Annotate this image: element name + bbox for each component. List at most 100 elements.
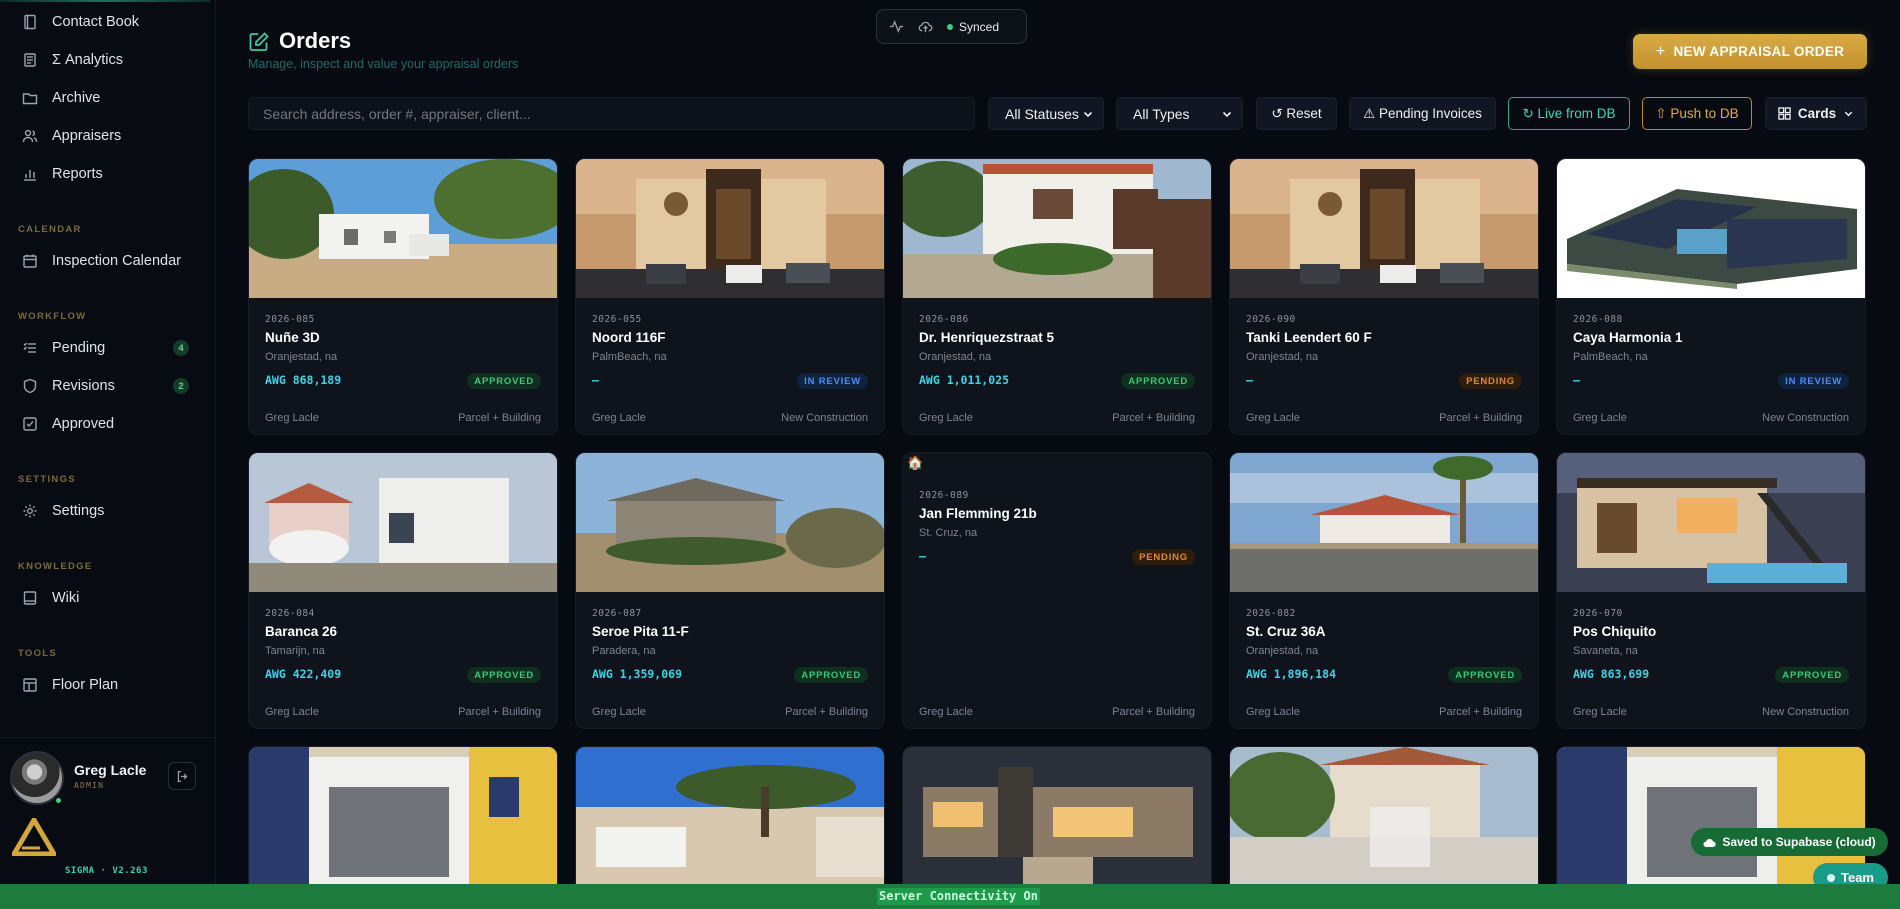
- view-mode-select[interactable]: Cards: [1765, 97, 1867, 130]
- appraised-value: —: [1246, 373, 1253, 387]
- order-card[interactable]: 🏠 2026-089 Jan Flemming 21b St. Cruz, na…: [902, 452, 1212, 729]
- status-select[interactable]: All Statuses: [988, 97, 1104, 130]
- house-placeholder-icon: 🏠: [907, 455, 924, 470]
- activity-icon[interactable]: [889, 19, 904, 34]
- wiki-icon: [22, 590, 38, 606]
- sidebar-section-workflow: WORKFLOW: [18, 311, 87, 322]
- sidebar-item-label: Inspection Calendar: [52, 253, 181, 269]
- type-select[interactable]: All Types: [1116, 97, 1243, 130]
- order-type: New Construction: [781, 412, 868, 424]
- reports-icon: [22, 166, 38, 182]
- sidebar-item-label: Σ Analytics: [52, 52, 124, 68]
- cloud-icon: [1703, 838, 1716, 847]
- chevron-down-icon: [1222, 111, 1232, 118]
- sidebar-item-appraisers[interactable]: Appraisers: [22, 124, 121, 148]
- users-icon: [22, 128, 38, 144]
- order-card[interactable]: 2026-070 Pos Chiquito Savaneta, na AWG 8…: [1556, 452, 1866, 729]
- team-status-dot: [1827, 873, 1835, 882]
- order-card[interactable]: 2026-086 Dr. Henriquezstraat 5 Oranjesta…: [902, 158, 1212, 435]
- sidebar-item-label: Revisions: [52, 378, 115, 394]
- order-card[interactable]: 2026-082 St. Cruz 36A Oranjestad, na AWG…: [1229, 452, 1539, 729]
- revisions-count-badge: 2: [173, 378, 189, 394]
- sidebar-item-contact-book[interactable]: Contact Book: [22, 10, 139, 34]
- order-card[interactable]: [1556, 746, 1866, 884]
- order-number: 2026-055: [592, 314, 642, 325]
- app-version: SIGMA · V2.263: [65, 866, 148, 876]
- sidebar-item-inspection-calendar[interactable]: Inspection Calendar: [22, 249, 181, 273]
- order-card[interactable]: [902, 746, 1212, 884]
- team-label: Team: [1841, 870, 1874, 885]
- sidebar-item-wiki[interactable]: Wiki: [22, 586, 79, 610]
- sidebar-item-analytics[interactable]: Σ Analytics: [22, 48, 123, 72]
- property-address: Jan Flemming 21b: [919, 506, 1037, 521]
- appraiser-name: Greg Lacle: [1246, 412, 1300, 424]
- sidebar-section-tools: TOOLS: [18, 648, 58, 659]
- status-bar: Server Connectivity On: [0, 884, 1900, 909]
- status-select-value: All Statuses: [1005, 105, 1079, 122]
- property-address: Baranca 26: [265, 624, 338, 639]
- property-address: St. Cruz 36A: [1246, 624, 1326, 639]
- sidebar-item-label: Reports: [52, 166, 103, 182]
- chevron-down-icon: [1083, 111, 1093, 118]
- list-icon: [22, 340, 38, 356]
- status-badge: APPROVED: [1775, 667, 1849, 683]
- sidebar-item-reports[interactable]: Reports: [22, 162, 103, 186]
- user-role: ADMIN: [74, 781, 105, 790]
- order-type: Parcel + Building: [785, 706, 868, 718]
- order-card[interactable]: [248, 746, 558, 884]
- order-number: 2026-085: [265, 314, 315, 325]
- property-photo: [1557, 159, 1865, 298]
- sigma-logo-icon: [12, 818, 56, 856]
- push-to-db-button[interactable]: ⇧ Push to DB: [1642, 97, 1752, 130]
- appraiser-name: Greg Lacle: [919, 412, 973, 424]
- check-square-icon: [22, 416, 38, 432]
- search-input[interactable]: [248, 97, 975, 130]
- sidebar-item-settings[interactable]: Settings: [22, 499, 104, 523]
- sidebar-item-pending[interactable]: Pending: [22, 336, 105, 360]
- appraiser-name: Greg Lacle: [265, 412, 319, 424]
- online-status-dot: [54, 796, 63, 805]
- property-location: Savaneta, na: [1573, 645, 1638, 657]
- property-location: St. Cruz, na: [919, 527, 978, 539]
- sidebar-section-calendar: CALENDAR: [18, 224, 82, 235]
- appraiser-name: Greg Lacle: [1246, 706, 1300, 718]
- order-card[interactable]: 2026-087 Seroe Pita 11-F Paradera, na AW…: [575, 452, 885, 729]
- plus-icon: +: [1655, 42, 1666, 60]
- status-badge: APPROVED: [794, 667, 868, 683]
- sidebar-item-archive[interactable]: Archive: [22, 86, 100, 110]
- property-location: PalmBeach, na: [592, 351, 667, 363]
- property-photo: [249, 747, 557, 884]
- appraised-value: AWG 868,189: [265, 373, 342, 387]
- reset-button[interactable]: ↺ Reset: [1256, 97, 1337, 130]
- live-from-db-button[interactable]: ↻ Live from DB: [1508, 97, 1630, 130]
- order-type: New Construction: [1762, 412, 1849, 424]
- saved-toast-text: Saved to Supabase (cloud): [1722, 835, 1876, 849]
- order-card[interactable]: 2026-090 Tanki Leendert 60 F Oranjestad,…: [1229, 158, 1539, 435]
- status-badge: IN REVIEW: [1778, 373, 1849, 389]
- property-photo: [903, 159, 1211, 298]
- cloud-upload-icon[interactable]: [918, 19, 933, 34]
- pending-invoices-button[interactable]: ⚠ Pending Invoices: [1349, 97, 1496, 130]
- sidebar-item-revisions[interactable]: Revisions: [22, 374, 115, 398]
- gear-icon: [22, 503, 38, 519]
- property-location: Oranjestad, na: [265, 351, 338, 363]
- appraised-value: —: [1573, 373, 1580, 387]
- order-card[interactable]: 2026-055 Noord 116F PalmBeach, na — IN R…: [575, 158, 885, 435]
- order-card[interactable]: 2026-088 Caya Harmonia 1 PalmBeach, na —…: [1556, 158, 1866, 435]
- property-photo: [576, 453, 884, 592]
- order-type: Parcel + Building: [458, 412, 541, 424]
- property-photo: [1557, 453, 1865, 592]
- logout-icon: [177, 770, 187, 782]
- order-card[interactable]: [1229, 746, 1539, 884]
- sidebar-item-floor-plan[interactable]: Floor Plan: [22, 673, 118, 697]
- property-photo: [576, 159, 884, 298]
- order-card[interactable]: 2026-084 Baranca 26 Tamarijn, na AWG 422…: [248, 452, 558, 729]
- sidebar-item-label: Wiki: [52, 590, 80, 606]
- logout-button[interactable]: [168, 762, 196, 790]
- order-card[interactable]: [575, 746, 885, 884]
- sidebar-section-settings: SETTINGS: [18, 474, 76, 485]
- sidebar-item-approved[interactable]: Approved: [22, 412, 114, 436]
- new-appraisal-order-button[interactable]: + NEW APPRAISAL ORDER: [1633, 34, 1867, 69]
- order-card[interactable]: 2026-085 Nuñe 3D Oranjestad, na AWG 868,…: [248, 158, 558, 435]
- grid-icon: [1778, 107, 1791, 120]
